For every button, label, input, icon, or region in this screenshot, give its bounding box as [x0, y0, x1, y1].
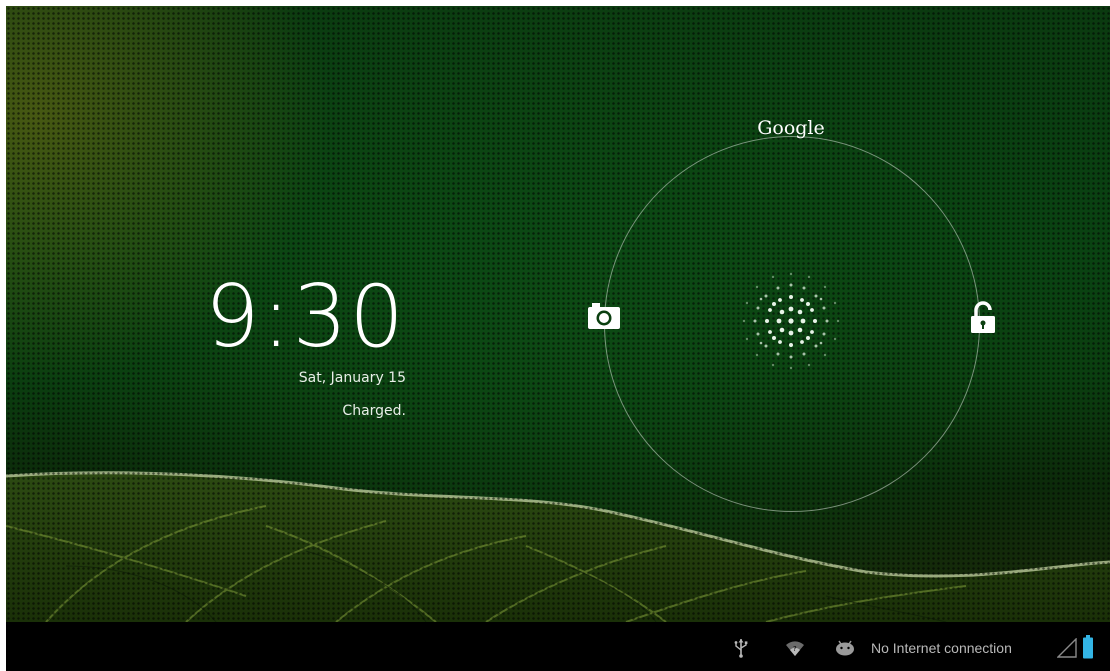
signal-icon	[1057, 638, 1077, 658]
charging-status: Charged.	[342, 403, 406, 419]
unlock-handle[interactable]	[731, 261, 851, 381]
usb-icon	[734, 639, 748, 658]
lockscreen: 9:30 Sat, January 15 Charged. Google ? N…	[6, 6, 1110, 671]
clock-time: 9:30	[204, 267, 406, 367]
connection-status-text: No Internet connection	[871, 640, 1012, 656]
battery-icon	[1083, 635, 1093, 659]
unlock-icon[interactable]	[968, 301, 998, 335]
android-debug-icon	[836, 640, 854, 656]
system-status-bar: ? No Internet connection	[6, 622, 1110, 671]
date-text: Sat, January 15	[298, 370, 406, 386]
camera-icon[interactable]	[586, 301, 622, 331]
wifi-icon: ?	[786, 641, 804, 656]
google-search-target[interactable]: Google	[746, 117, 836, 139]
svg-text:?: ?	[793, 645, 797, 653]
